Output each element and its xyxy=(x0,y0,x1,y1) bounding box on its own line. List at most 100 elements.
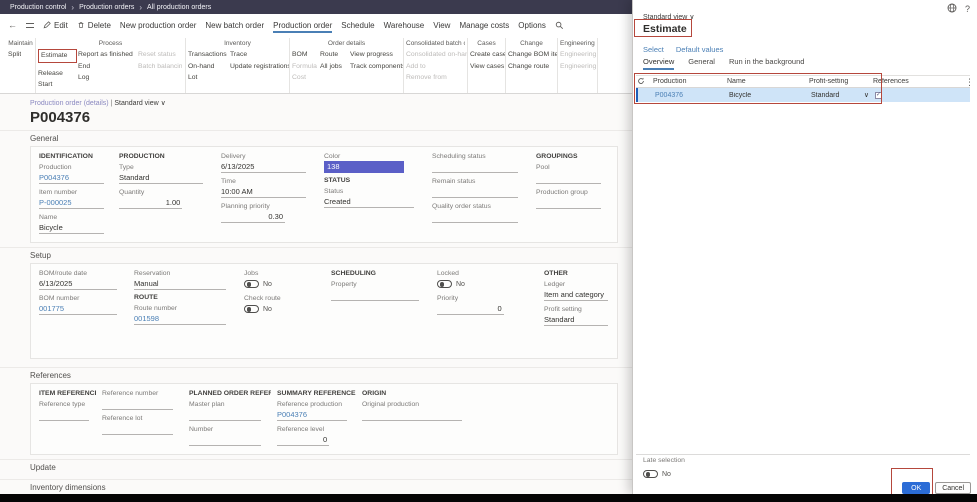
field-value-number[interactable] xyxy=(189,434,262,446)
field-value-production[interactable]: P004376 xyxy=(39,172,105,184)
track-components-button[interactable]: Track components xyxy=(350,61,403,73)
grid-column-header-references[interactable]: References xyxy=(870,78,926,85)
menu-item-new-production-order[interactable]: New production order xyxy=(120,18,196,33)
view-progress-button[interactable]: View progress xyxy=(350,49,403,61)
field-value-bom-route-date[interactable]: 6/13/2025 xyxy=(39,278,118,290)
late-selection-toggle[interactable]: No xyxy=(643,468,685,480)
field-value-priority[interactable]: 0 xyxy=(437,303,504,315)
cancel-button[interactable]: Cancel xyxy=(935,482,971,494)
trace-button[interactable]: Trace xyxy=(230,49,289,61)
link-default-values[interactable]: Default values xyxy=(676,45,724,54)
view-selector[interactable]: Standard view ∨ xyxy=(114,100,165,107)
back-icon[interactable]: ← xyxy=(8,20,17,30)
section-header-setup[interactable]: Setup xyxy=(0,247,632,263)
field-value-original-production[interactable] xyxy=(362,409,463,421)
toggle-jobs[interactable]: No xyxy=(244,278,325,290)
tab-overview[interactable]: Overview xyxy=(643,57,675,70)
ok-button[interactable]: OK xyxy=(902,482,931,494)
field-value-color[interactable]: 138 xyxy=(324,161,404,173)
collapse-action-pane-icon[interactable] xyxy=(26,22,34,28)
change-route-button[interactable]: Change route xyxy=(508,61,557,73)
field-value-property[interactable] xyxy=(331,289,419,301)
breadcrumb-item-production-control[interactable]: Production control xyxy=(10,4,66,11)
menu-item-options[interactable]: Options xyxy=(518,18,546,33)
on-hand-button[interactable]: On-hand xyxy=(188,61,228,73)
field-value-reference-number[interactable] xyxy=(102,398,174,410)
field-value-name[interactable]: Bicycle xyxy=(39,222,105,234)
field-value-reservation[interactable]: Manual xyxy=(134,278,226,290)
toggle-check-route[interactable]: No xyxy=(244,303,325,315)
field-value-reference-production[interactable]: P004376 xyxy=(277,409,347,421)
report-as-finished-button[interactable]: Report as finished xyxy=(78,49,136,61)
menu-item-schedule[interactable]: Schedule xyxy=(341,18,374,33)
cell-profit-setting[interactable]: Standard ∨ xyxy=(808,91,872,100)
field-value-planning-priority[interactable]: 0.30 xyxy=(221,211,286,223)
release-button[interactable]: Release xyxy=(38,68,76,80)
section-header-inventory-dimensions[interactable]: Inventory dimensions xyxy=(0,479,632,494)
cell-production[interactable]: P004376 xyxy=(652,92,726,99)
menu-item-edit[interactable]: Edit xyxy=(43,18,68,33)
section-header-update[interactable]: Update xyxy=(0,459,632,475)
log-button[interactable]: Log xyxy=(78,72,136,84)
field-value-route-number[interactable]: 001598 xyxy=(134,313,226,325)
menu-item-new-batch-order[interactable]: New batch order xyxy=(205,18,264,33)
start-button[interactable]: Start xyxy=(38,79,76,91)
create-case-button[interactable]: Create case xyxy=(470,49,505,61)
more-options-icon[interactable]: ⋮ xyxy=(965,77,974,88)
field-value-bom-number[interactable]: 001775 xyxy=(39,303,118,315)
field-value-reference-type[interactable] xyxy=(39,409,90,421)
table-row[interactable]: P004376 Bicycle Standard ∨ ✓ xyxy=(636,88,970,102)
all-jobs-button[interactable]: All jobs xyxy=(320,61,348,73)
field-value-status[interactable]: Created xyxy=(324,196,414,208)
references-checkbox[interactable]: ✓ xyxy=(875,92,882,99)
field-value-reference-lot[interactable] xyxy=(102,423,174,435)
refresh-icon[interactable] xyxy=(636,77,650,87)
field-value-item-number[interactable]: P-000025 xyxy=(39,197,105,209)
menu-item-production-order[interactable]: Production order xyxy=(273,18,333,33)
cell-references[interactable]: ✓ xyxy=(872,91,928,99)
field-value-reference-level[interactable]: 0 xyxy=(277,434,330,446)
field-value-master-plan[interactable] xyxy=(189,409,262,421)
toggle-locked[interactable]: No xyxy=(437,278,538,290)
bom-button[interactable]: BOM xyxy=(292,49,318,61)
grid-column-header-name[interactable]: Name xyxy=(724,78,806,85)
field-value-quality-order-status[interactable] xyxy=(432,211,519,223)
section-header-references[interactable]: References xyxy=(0,367,632,383)
field-value-type[interactable]: Standard xyxy=(119,172,204,184)
update-registrations-button[interactable]: Update registrations xyxy=(230,61,289,73)
menu-item-warehouse[interactable]: Warehouse xyxy=(384,18,425,33)
help-icon[interactable]: ? xyxy=(965,4,970,14)
breadcrumb-item-production-orders[interactable]: Production orders xyxy=(79,4,134,11)
transactions-button[interactable]: Transactions xyxy=(188,49,228,61)
field-value-profit-setting[interactable]: Standard xyxy=(544,314,609,326)
field-value-quantity[interactable]: 1.00 xyxy=(119,197,183,209)
breadcrumb-item-all-production-orders[interactable]: All production orders xyxy=(147,4,211,11)
field-value-ledger[interactable]: Item and category xyxy=(544,289,609,301)
field-value-delivery[interactable]: 6/13/2025 xyxy=(221,161,307,173)
search-icon[interactable] xyxy=(555,21,564,30)
menu-item-view[interactable]: View xyxy=(433,18,450,33)
field-value-remain-status[interactable] xyxy=(432,186,519,198)
change-bom-item-button[interactable]: Change BOM item xyxy=(508,49,557,61)
grid-column-header-profit-setting[interactable]: Profit-setting xyxy=(806,78,870,85)
grid-column-header-production[interactable]: Production xyxy=(650,78,724,85)
globe-icon[interactable] xyxy=(947,3,957,15)
estimate-button[interactable]: Estimate xyxy=(38,49,78,63)
field-value-pool[interactable] xyxy=(536,172,602,184)
dialog-view-selector[interactable]: Standard view ∨ xyxy=(643,13,694,21)
field-value-scheduling-status[interactable] xyxy=(432,161,519,173)
view-cases-button[interactable]: View cases xyxy=(470,61,505,73)
cell-name[interactable]: Bicycle xyxy=(726,92,808,99)
tab-general[interactable]: General xyxy=(688,57,715,70)
link-select[interactable]: Select xyxy=(643,45,664,54)
split-button[interactable]: Split xyxy=(8,49,21,61)
menu-item-delete[interactable]: Delete xyxy=(77,18,111,33)
field-value-time[interactable]: 10:00 AM xyxy=(221,186,307,198)
end-button[interactable]: End xyxy=(78,61,136,73)
section-header-general[interactable]: General xyxy=(0,130,632,146)
lot-button[interactable]: Lot xyxy=(188,72,228,84)
tab-run-in-the-background[interactable]: Run in the background xyxy=(729,57,804,70)
route-button[interactable]: Route xyxy=(320,49,348,61)
menu-item-manage-costs[interactable]: Manage costs xyxy=(459,18,509,33)
field-value-production-group[interactable] xyxy=(536,197,602,209)
